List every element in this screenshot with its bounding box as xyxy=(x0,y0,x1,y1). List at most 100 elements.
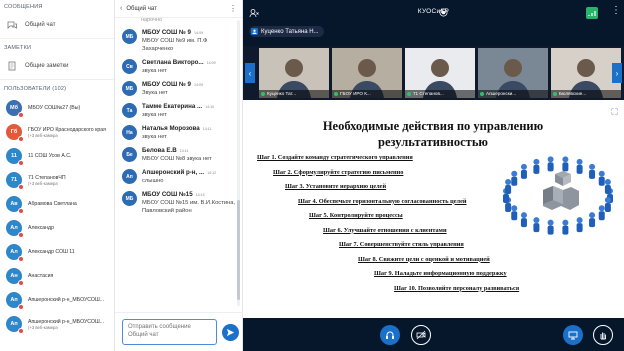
message-author: Тамме Екатерина ... xyxy=(142,103,203,110)
screen-icon xyxy=(568,331,578,340)
mic-status-icon xyxy=(480,92,484,96)
chat-message-list[interactable]: нарочно МБ МБОУ СОШ № 9 14:09 МБОУ СОШ №9 и… xyxy=(115,18,243,312)
more-options-icon[interactable]: ⋮ xyxy=(611,5,621,16)
avatar-initials: Ал xyxy=(10,249,18,255)
chat-panel: ‹ Общий чат ⋮ нарочно МБ МБОУ СОШ № 9 14:0… xyxy=(115,0,243,351)
status-icon xyxy=(18,208,24,214)
webcam-tile[interactable]: Куценко Тат... xyxy=(259,48,329,98)
shared-notes-label: Общие заметки xyxy=(25,63,69,69)
team-figure xyxy=(598,170,605,186)
user-row[interactable]: Ав Абрамова Светлана xyxy=(0,192,114,216)
slide-step: Шаг 10. Позволяйте персоналу развиваться xyxy=(394,284,520,292)
message-text: МБОУ СОШ №15 им. В.И.Костина, Павловский… xyxy=(142,200,236,214)
team-figure xyxy=(520,163,527,179)
user-row[interactable]: Ан Анастасия xyxy=(0,264,114,288)
slide-step: Шаг 8. Свяжите цели с оценкой и мотиваци… xyxy=(358,255,490,263)
message-time: 14:09 xyxy=(206,61,216,65)
team-figure xyxy=(604,178,611,194)
chat-message: Св Светлана Викторо... 14:09 звука нет xyxy=(115,56,243,78)
status-icon xyxy=(18,184,24,190)
message-text: Звука нет xyxy=(142,90,168,96)
avatar-initials: На xyxy=(126,129,133,136)
webcam-tile[interactable]: 71 Степанов... xyxy=(405,48,475,98)
user-status: (+3 веб-камера xyxy=(28,180,58,186)
avatar-initials: Ал xyxy=(10,225,18,231)
user-row[interactable]: Ал Александр xyxy=(0,216,114,240)
audio-button[interactable] xyxy=(380,325,400,345)
chat-scrollbar[interactable] xyxy=(237,20,240,306)
meeting-title: КУОСиКР xyxy=(417,8,450,15)
webcam-tile[interactable]: ГБОУ ИРО К... xyxy=(332,48,402,98)
raise-hand-button[interactable] xyxy=(593,325,613,345)
chat-message: На Наталья Морозова 14:11 звука нет xyxy=(115,122,243,144)
avatar: 11 xyxy=(6,148,24,166)
message-text: МБОУ СОШ №8 звука нет xyxy=(142,156,212,162)
user-name: Анастасия xyxy=(28,273,54,279)
hand-icon xyxy=(600,332,606,340)
connection-status-icon[interactable] xyxy=(586,7,598,19)
chat-message-input[interactable] xyxy=(122,319,217,345)
team-puzzle-illustration xyxy=(503,156,613,235)
next-webcams-button[interactable]: › xyxy=(612,63,622,83)
message-time: 14:11 xyxy=(202,127,212,131)
shared-notes-item[interactable]: Общие заметки xyxy=(0,55,114,77)
user-row[interactable]: Ап Апшеронский р-н_МБОУСОШ... xyxy=(0,288,114,312)
slide-step: Шаг 9. Наладьте информационную поддержку xyxy=(374,270,507,277)
camera-off-icon xyxy=(416,330,426,340)
status-icon xyxy=(18,160,24,166)
send-message-button[interactable] xyxy=(222,324,239,341)
share-webcam-button[interactable] xyxy=(411,325,431,345)
messages-section-header: СООБЩЕНИЯ xyxy=(4,4,43,10)
webcam-tile[interactable]: Бюлявские... xyxy=(551,48,621,98)
more-options-icon[interactable]: ⋮ xyxy=(229,4,237,13)
team-figure xyxy=(533,158,540,174)
slide-step: Шаг 3. Установите иерархию целей xyxy=(285,183,387,190)
message-author: МБОУ СОШ №15 xyxy=(142,191,193,198)
avatar: Ав xyxy=(6,196,24,214)
team-figure xyxy=(511,170,518,186)
user-row[interactable]: 71 71 СтепановЧП (+3 веб-камера xyxy=(0,168,114,192)
message-time: 14:15 xyxy=(195,193,205,197)
slide-step: Шаг 4. Обеспечьте горизонтальную согласо… xyxy=(298,197,467,205)
avatar: На xyxy=(122,125,137,140)
mic-status-icon xyxy=(553,92,557,96)
team-figure xyxy=(576,217,583,233)
presenter-badge: Куценко Татьяна Н... xyxy=(249,26,324,37)
message-text: слышно xyxy=(142,178,164,184)
slide-step: Шаг 7. Совершенствуйте стиль управления xyxy=(339,241,464,248)
message-time: 14:10 xyxy=(205,105,215,109)
webcam-tile[interactable]: Апшеронски... xyxy=(478,48,548,98)
avatar: Мб xyxy=(6,100,24,118)
user-row[interactable]: 11 11 СОШ Усов А.С. xyxy=(0,144,114,168)
fullscreen-icon[interactable] xyxy=(611,108,618,115)
avatar: Та xyxy=(122,103,137,118)
user-row[interactable]: Мб МБОУ СОШ№27 (Вы) xyxy=(0,96,114,120)
avatar-initials: МБ xyxy=(125,195,134,202)
avatar-initials: МБ xyxy=(125,85,134,92)
back-chevron-icon[interactable]: ‹ xyxy=(120,5,122,12)
chat-message: Та Тамме Екатерина ... 14:10 звука нет xyxy=(115,100,243,122)
webcam-label: Куценко Тат... xyxy=(267,91,297,96)
scrollbar-thumb[interactable] xyxy=(237,200,240,300)
user-row[interactable]: Ал Александр СОШ 11 xyxy=(0,240,114,264)
message-author: Светлана Викторо... xyxy=(142,59,204,66)
user-row[interactable]: Ап Апшеронский р-н_МБОУСОШ... (+3 веб-каме… xyxy=(0,312,114,336)
webcam-label: 71 Степанов... xyxy=(413,91,444,96)
team-figure xyxy=(520,212,527,228)
user-list: Мб МБОУ СОШ№27 (Вы) Гб ГБОУ ИРО Краснодарск… xyxy=(0,96,114,336)
public-chat-item[interactable]: Общий чат xyxy=(0,14,114,36)
user-name: Абрамова Светлана xyxy=(28,201,77,207)
chat-input-area xyxy=(115,312,243,351)
avatar-initials: 11 xyxy=(11,153,17,159)
recording-icon[interactable] xyxy=(439,8,448,17)
headphones-icon xyxy=(386,331,394,339)
message-time: 14:09 xyxy=(193,83,203,87)
message-text: МБОУ СОШ №9 им. П.Ф Захарченко xyxy=(142,38,208,52)
presentation-button[interactable] xyxy=(563,325,583,345)
user-name: Александр СОШ 11 xyxy=(28,249,75,255)
chat-message: МБ МБОУ СОШ № 9 14:09 Звука нет xyxy=(115,78,243,100)
user-row[interactable]: Гб ГБОУ ИРО Краснодарского края (+3 веб-ка… xyxy=(0,120,114,144)
main-area: КУОСиКР ⋮ Куценко Татьяна Н... ‹ Куценко… xyxy=(243,0,624,351)
prev-webcams-button[interactable]: ‹ xyxy=(245,63,255,83)
avatar-initials: Св xyxy=(126,63,133,70)
